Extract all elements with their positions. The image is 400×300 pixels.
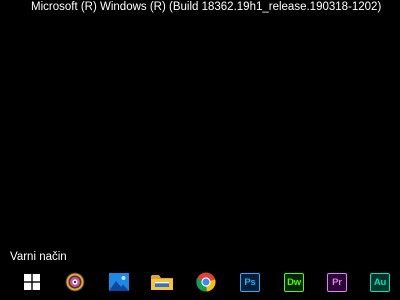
audition-button[interactable]: Au: [368, 270, 392, 294]
audition-icon: Au: [370, 272, 390, 292]
media-player-button[interactable]: [63, 270, 87, 294]
desktop: Microsoft (R) Windows (R) (Build 18362.1…: [0, 0, 400, 300]
windows-logo-icon: [24, 274, 40, 290]
file-explorer-button[interactable]: [150, 270, 174, 294]
premiere-button[interactable]: Pr: [325, 270, 349, 294]
build-watermark: Microsoft (R) Windows (R) (Build 18362.1…: [31, 1, 382, 13]
chrome-button[interactable]: [194, 270, 218, 294]
photoshop-button[interactable]: Ps: [238, 270, 262, 294]
photos-button[interactable]: [107, 270, 131, 294]
dreamweaver-button[interactable]: Dw: [282, 270, 306, 294]
premiere-icon: Pr: [327, 272, 347, 292]
photos-icon: [109, 273, 129, 291]
start-button[interactable]: [20, 270, 44, 294]
safe-mode-label: Varni način: [10, 251, 67, 263]
taskbar: Ps Dw Pr Au: [0, 264, 400, 300]
folder-icon: [151, 275, 173, 290]
groove-music-icon: [65, 272, 85, 292]
dreamweaver-icon: Dw: [284, 272, 304, 292]
photoshop-icon: Ps: [240, 272, 260, 292]
chrome-icon: [196, 272, 216, 292]
